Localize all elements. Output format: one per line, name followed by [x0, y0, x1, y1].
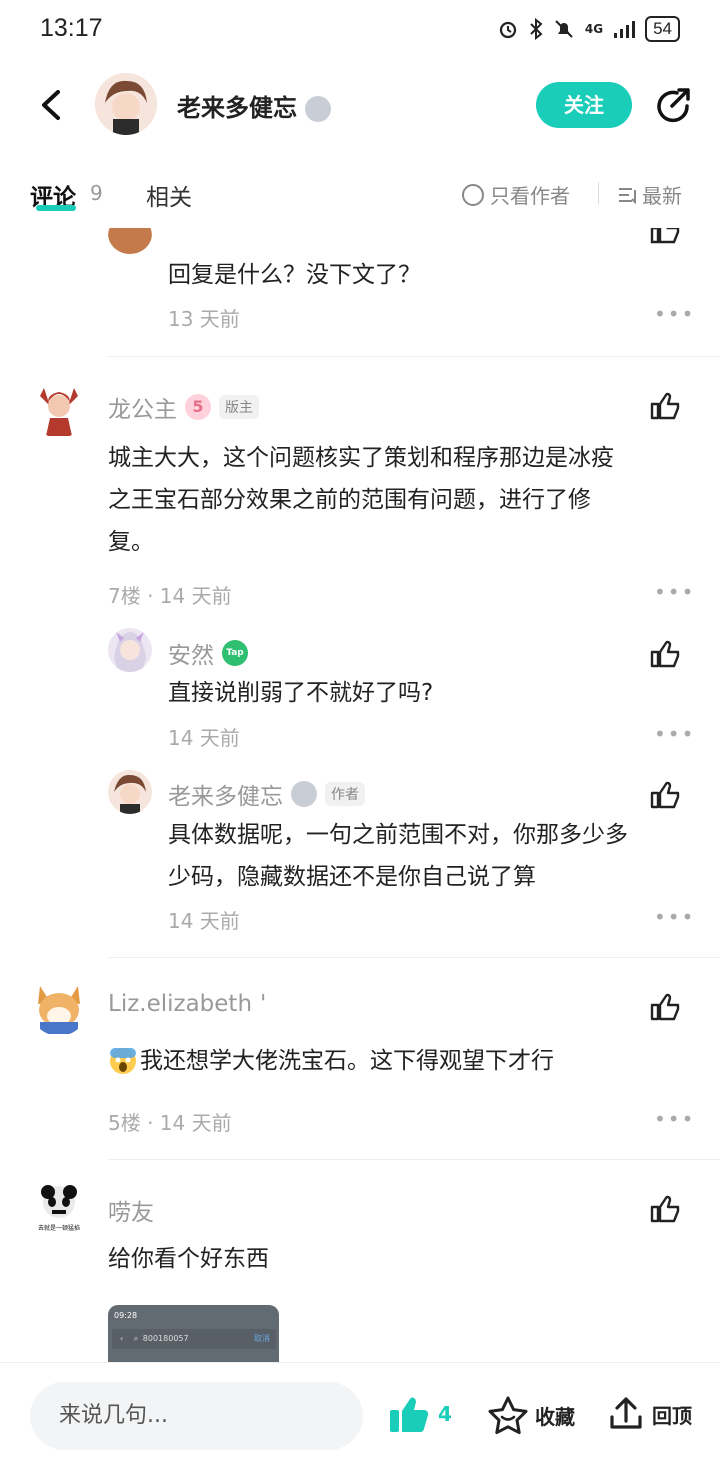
reply-text: 直接说削弱了不就好了吗?	[168, 680, 434, 706]
reply-header: 老来多健忘 作者	[168, 777, 365, 811]
tap-badge-icon: Tap	[222, 640, 248, 666]
divider	[108, 1159, 720, 1160]
signal-icon	[614, 21, 636, 38]
status-icons: 4G 54	[497, 16, 680, 42]
comment-line: 之王宝石部分效果之前的范围有问题，进行了修	[108, 487, 591, 513]
favorite-label: 收藏	[535, 1404, 575, 1429]
like-icon[interactable]	[648, 1191, 682, 1225]
comment-line: 复。	[108, 529, 154, 555]
avatar[interactable]	[30, 978, 88, 1036]
tab-underline	[36, 205, 76, 211]
more-icon[interactable]: •••	[654, 1107, 695, 1131]
sort-label: 最新	[642, 184, 682, 208]
share-icon[interactable]	[652, 84, 694, 126]
comment-meta: 5楼 · 14 天前	[108, 1111, 232, 1135]
favorite-button[interactable]: 收藏	[487, 1395, 575, 1435]
moderator-tag: 版主	[219, 395, 259, 419]
only-author-label: 只看作者	[490, 184, 570, 208]
back-to-top-button[interactable]: 回顶	[608, 1395, 692, 1433]
back-to-top-label: 回顶	[652, 1403, 692, 1428]
username[interactable]: 安然	[168, 636, 214, 670]
radio-circle-icon	[462, 183, 484, 206]
more-icon[interactable]: •••	[654, 722, 695, 746]
avatar[interactable]	[108, 628, 152, 672]
comment-time: 13 天前	[168, 307, 240, 331]
screenshot-query: 800180057	[142, 1334, 189, 1343]
reply-header: 安然 Tap	[168, 636, 248, 670]
more-icon[interactable]: •••	[654, 580, 695, 604]
divider	[108, 957, 720, 958]
like-icon[interactable]	[648, 388, 682, 422]
star-icon	[488, 1396, 528, 1435]
attached-screenshot[interactable]: 09:28 ‹ ⌕ 800180057 取消	[108, 1305, 279, 1365]
author-name-text: 老来多健忘	[177, 94, 297, 122]
username[interactable]: 唠友	[108, 1193, 154, 1227]
level-badge-icon	[291, 781, 317, 807]
status-time: 13:17	[40, 14, 103, 42]
level-badge-icon: 5	[185, 394, 211, 420]
avatar[interactable]: 去就是一顿猛掐	[30, 1180, 88, 1238]
username[interactable]: 龙公主	[108, 390, 177, 424]
reply-time: 14 天前	[168, 726, 240, 750]
like-count: 4	[438, 1402, 452, 1426]
mute-icon	[555, 20, 573, 38]
thumbs-up-filled-icon	[390, 1397, 429, 1433]
tab-related[interactable]: 相关	[146, 178, 192, 212]
reply-line: 少码，隐藏数据还不是你自己说了算	[168, 864, 536, 890]
follow-button[interactable]: 关注	[536, 82, 632, 128]
divider	[108, 356, 720, 357]
back-arrow-icon[interactable]	[32, 84, 72, 126]
screenshot-searchbar: ‹ ⌕ 800180057 取消	[112, 1329, 276, 1349]
level-badge-number: 5	[192, 397, 204, 416]
reply-time: 14 天前	[168, 909, 240, 933]
author-name[interactable]: 老来多健忘	[177, 88, 332, 123]
tap-badge-text: Tap	[226, 648, 244, 658]
more-icon[interactable]: •••	[654, 302, 695, 326]
upload-arrow-icon	[610, 1397, 642, 1429]
bluetooth-icon	[530, 18, 543, 40]
comment-header: 龙公主 5 版主	[108, 390, 259, 424]
network-label: 4G	[584, 22, 604, 36]
reply-text: 具体数据呢，一句之前范围不对，你那多少多 少码，隐藏数据还不是你自己说了算	[168, 814, 698, 898]
like-icon[interactable]	[648, 777, 682, 811]
more-icon[interactable]: •••	[654, 905, 695, 929]
comment-line: 城主大大，这个问题核实了策划和程序那边是冰疫	[108, 445, 614, 471]
comment-text: 我还想学大佬洗宝石。这下得观望下才行	[108, 1040, 554, 1082]
tab-divider	[598, 182, 599, 204]
comments-count: 9	[90, 181, 103, 205]
like-button[interactable]: 4	[388, 1394, 452, 1434]
like-icon[interactable]	[648, 989, 682, 1023]
avatar[interactable]	[30, 380, 88, 438]
sort-icon	[619, 187, 636, 204]
scream-emoji-icon	[110, 1048, 136, 1074]
comment-input[interactable]: 来说几句...	[30, 1382, 363, 1450]
avatar[interactable]	[108, 770, 152, 814]
like-icon[interactable]	[648, 228, 682, 246]
comment-text: 给你看个好东西	[108, 1246, 269, 1272]
level-badge-icon	[305, 96, 332, 122]
screenshot-cancel: 取消	[254, 1334, 270, 1343]
username[interactable]: Liz.elizabeth	[108, 991, 252, 1017]
comment-header: Liz.elizabeth '	[108, 991, 266, 1017]
only-author-toggle[interactable]: 只看作者	[462, 180, 570, 209]
comment-text: 城主大大，这个问题核实了策划和程序那边是冰疫 之王宝石部分效果之前的范围有问题，…	[108, 437, 698, 563]
battery-indicator: 54	[645, 16, 680, 42]
username[interactable]: 老来多健忘	[168, 777, 283, 811]
author-tag: 作者	[325, 782, 365, 806]
sort-toggle[interactable]: 最新	[618, 180, 682, 209]
username-suffix: '	[260, 991, 267, 1017]
like-icon[interactable]	[648, 636, 682, 670]
screenshot-time: 09:28	[114, 1311, 138, 1320]
comment-text-body: 我还想学大佬洗宝石。这下得观望下才行	[140, 1048, 554, 1074]
author-avatar[interactable]	[95, 73, 157, 135]
comment-meta: 7楼 · 14 天前	[108, 584, 232, 608]
avatar-caption: 去就是一顿猛掐	[38, 1224, 80, 1232]
alarm-icon	[499, 21, 516, 39]
reply-line: 具体数据呢，一句之前范围不对，你那多少多	[168, 822, 628, 848]
avatar[interactable]	[108, 228, 152, 254]
comment-text: 回复是什么？没下文了？	[168, 262, 421, 288]
